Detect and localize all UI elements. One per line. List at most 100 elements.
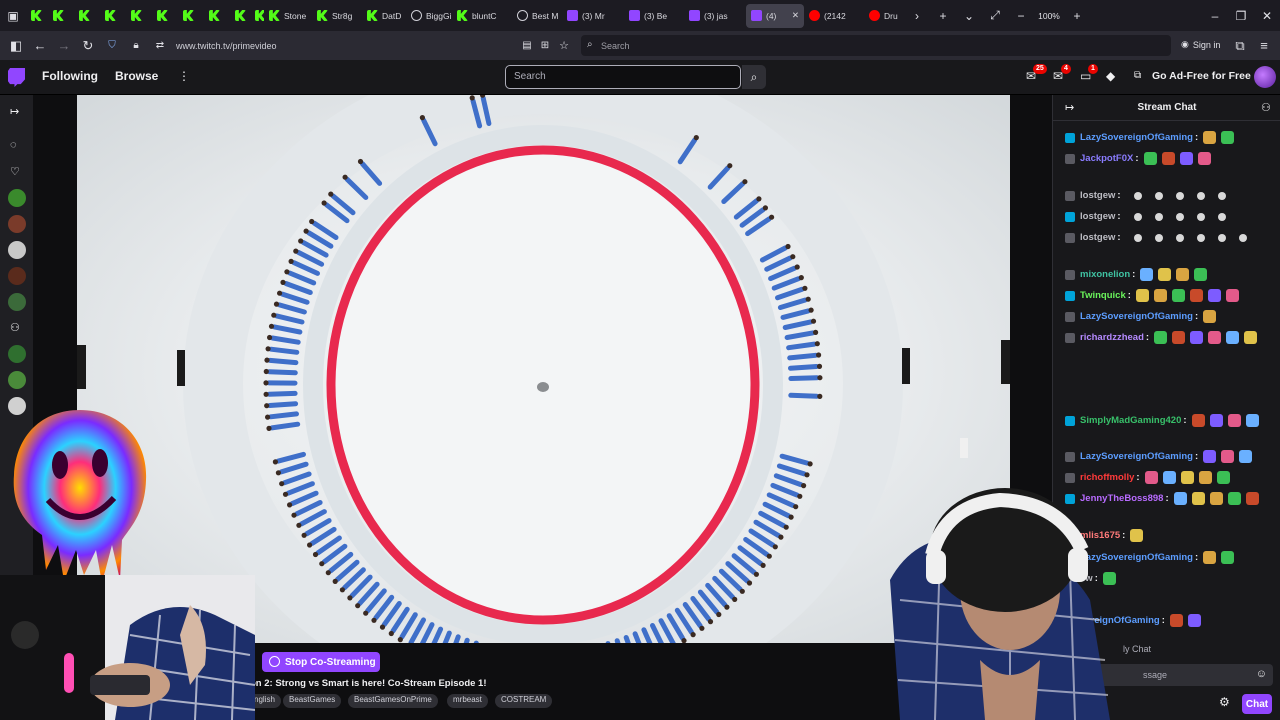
chat-emote-icon[interactable]	[1218, 213, 1226, 221]
ad-free-button[interactable]: Go Ad-Free for Free	[1152, 70, 1251, 82]
chat-emote-icon[interactable]	[1158, 268, 1171, 281]
chat-emote-icon[interactable]	[1176, 234, 1184, 242]
expand-rail-icon[interactable]: ↦	[10, 105, 19, 118]
chat-username[interactable]: LazySovereignOfGaming	[1080, 311, 1193, 322]
browser-tab[interactable]	[74, 4, 100, 28]
browser-tab[interactable]: (3) Mr	[562, 4, 624, 28]
twitch-search-input[interactable]: Search	[505, 65, 741, 89]
stop-costreaming-button[interactable]: Stop Co-Streaming	[262, 652, 380, 672]
chat-emote-icon[interactable]	[1181, 471, 1194, 484]
chat-settings-icon[interactable]: ⚙	[1219, 695, 1230, 709]
browser-tab[interactable]: Stone	[264, 4, 312, 28]
browser-tab[interactable]	[178, 4, 204, 28]
chat-emote-icon[interactable]	[1176, 192, 1184, 200]
chat-username[interactable]: LazySovereignOfGaming	[1080, 132, 1193, 143]
chat-emote-icon[interactable]	[1208, 331, 1221, 344]
following-link[interactable]: Following	[42, 69, 98, 83]
browser-tab[interactable]: (3) jas	[684, 4, 746, 28]
chat-emote-icon[interactable]	[1203, 551, 1216, 564]
tab-overview-icon[interactable]: ▣	[0, 0, 26, 31]
chat-username[interactable]: mixonelion	[1080, 269, 1130, 280]
chat-emote-icon[interactable]	[1190, 331, 1203, 344]
chat-emote-icon[interactable]	[1144, 152, 1157, 165]
chat-emote-icon[interactable]	[1221, 131, 1234, 144]
browser-tab[interactable]: DatD	[362, 4, 406, 28]
tab-list-chevron-icon[interactable]: ⌄	[956, 0, 982, 31]
close-tab-icon[interactable]: ✕	[792, 10, 799, 21]
browser-tab[interactable]: (4) ✕	[746, 4, 804, 28]
chat-emote-icon[interactable]	[1226, 289, 1239, 302]
chat-emote-icon[interactable]	[1239, 234, 1247, 242]
channel-avatar[interactable]	[8, 371, 26, 389]
chat-emote-icon[interactable]	[1136, 289, 1149, 302]
browser-tab[interactable]	[26, 4, 48, 28]
community-icon[interactable]: ⚇	[1261, 101, 1271, 114]
channel-avatar[interactable]	[8, 293, 26, 311]
chat-emote-icon[interactable]	[1192, 492, 1205, 505]
chat-emote-icon[interactable]	[1217, 471, 1230, 484]
chat-emote-icon[interactable]	[1134, 192, 1142, 200]
stream-tag[interactable]: BeastGames	[283, 694, 341, 708]
chat-emote-icon[interactable]	[1134, 213, 1142, 221]
channel-avatar[interactable]	[8, 189, 26, 207]
chat-emote-icon[interactable]	[1130, 529, 1143, 542]
chat-emote-icon[interactable]	[1163, 471, 1176, 484]
chat-username[interactable]: Twinquick	[1080, 290, 1126, 301]
browser-tab[interactable]	[126, 4, 152, 28]
more-menu-icon[interactable]: ⋮	[178, 69, 190, 83]
chat-emote-icon[interactable]	[1190, 289, 1203, 302]
chat-username[interactable]: JackpotF0X	[1080, 153, 1133, 164]
chat-send-button[interactable]: Chat	[1242, 694, 1272, 714]
chat-emote-icon[interactable]	[1221, 551, 1234, 564]
channel-avatar[interactable]	[8, 241, 26, 259]
lock-icon[interactable]: 🔒︎	[124, 31, 148, 60]
following-rail-icon[interactable]: ◌	[10, 139, 17, 151]
chat-emote-icon[interactable]	[1176, 213, 1184, 221]
sign-in-button[interactable]: ◉ Sign in	[1181, 39, 1220, 50]
channel-avatar[interactable]	[8, 345, 26, 363]
chat-emote-icon[interactable]	[1208, 289, 1221, 302]
chat-emote-icon[interactable]	[1155, 234, 1163, 242]
bits-icon[interactable]: ◆	[1106, 69, 1115, 83]
reload-icon[interactable]: ↻	[76, 31, 100, 60]
chat-emote-icon[interactable]	[1218, 234, 1226, 242]
browser-tab[interactable]	[230, 4, 250, 28]
back-icon[interactable]: ←	[28, 31, 52, 60]
chat-emote-icon[interactable]	[1162, 152, 1175, 165]
channel-avatar[interactable]	[8, 267, 26, 285]
chat-username[interactable]: SimplyMadGaming420	[1080, 415, 1181, 426]
chat-emote-icon[interactable]	[1228, 414, 1241, 427]
window-minimize-icon[interactable]: –	[1202, 0, 1228, 31]
user-avatar[interactable]	[1254, 66, 1276, 88]
chat-emote-icon[interactable]	[1198, 152, 1211, 165]
fullscreen-icon[interactable]: ⤢	[982, 0, 1008, 31]
chat-emote-icon[interactable]	[1199, 471, 1212, 484]
sidebar-toggle-icon[interactable]: ◧	[4, 31, 28, 60]
browser-tab[interactable]	[48, 4, 74, 28]
chat-emote-icon[interactable]	[1210, 414, 1223, 427]
browser-tab[interactable]: (2142	[804, 4, 864, 28]
chat-emote-icon[interactable]	[1154, 331, 1167, 344]
chat-emote-icon[interactable]	[1210, 492, 1223, 505]
url-bar[interactable]: www.twitch.tv/primevideo	[176, 41, 516, 51]
forward-icon[interactable]: →	[52, 31, 76, 60]
chat-username[interactable]: richardzzhead	[1080, 332, 1144, 343]
chat-username[interactable]: lostgew	[1080, 211, 1115, 222]
browser-tab[interactable]: (3) Be	[624, 4, 684, 28]
chat-emote-icon[interactable]	[1154, 289, 1167, 302]
emote-picker-icon[interactable]: ☺	[1256, 668, 1267, 680]
zoom-out-icon[interactable]: −	[1008, 0, 1034, 31]
twitch-search-button[interactable]: ⌕	[742, 65, 766, 89]
new-tab-icon[interactable]: +	[930, 0, 956, 31]
channel-avatar[interactable]	[8, 215, 26, 233]
zoom-level[interactable]: 100%	[1034, 11, 1064, 21]
browser-tab[interactable]	[250, 4, 264, 28]
chat-emote-icon[interactable]	[1246, 414, 1259, 427]
browser-tab[interactable]: Str8g	[312, 4, 362, 28]
shield-icon[interactable]: ⛉	[100, 31, 124, 60]
chat-emote-icon[interactable]	[1170, 614, 1183, 627]
browser-tab[interactable]: BiggGi	[406, 4, 452, 28]
chat-emote-icon[interactable]	[1197, 213, 1205, 221]
chat-emote-icon[interactable]	[1226, 331, 1239, 344]
chat-emote-icon[interactable]	[1155, 213, 1163, 221]
